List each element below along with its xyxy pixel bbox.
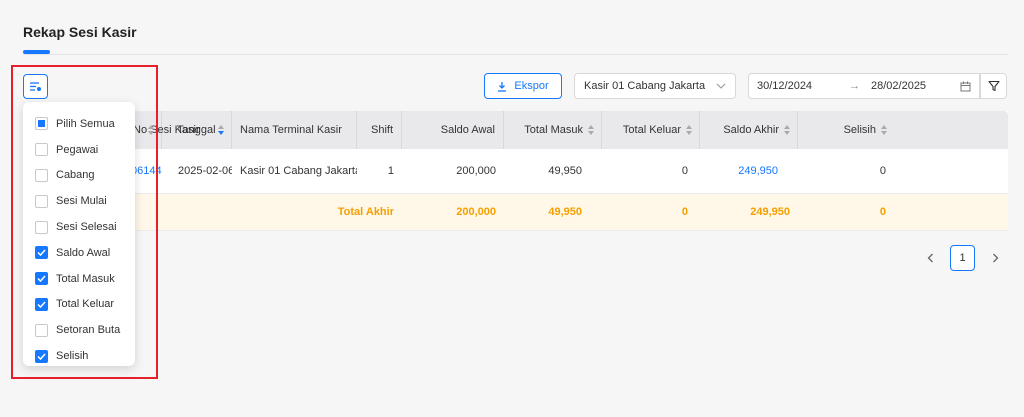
cell-saldo-akhir[interactable]: 249,950 [700,149,798,193]
filter-icon [987,80,1000,92]
cell-terminal: Kasir 01 Cabang Jakarta [240,165,357,177]
page-title: Rekap Sesi Kasir [23,24,137,40]
chevron-left-icon[interactable] [918,245,942,271]
column-header-saldo-awal[interactable]: Saldo Awal [402,111,504,149]
total-label: Total Akhir [337,206,394,218]
sort-icon[interactable] [880,124,888,136]
total-total-keluar: 0 [681,206,688,218]
cell-selisih: 0 [879,165,886,177]
table-row: 061446/001 2025-02-06 Kasir 01 Cabang Ja… [23,149,1008,194]
sort-icon-active[interactable] [217,124,225,136]
total-row: Total Akhir 200,000 49,950 0 249,950 0 [23,194,1008,231]
column-header-selisih[interactable]: Selisih [798,111,894,149]
sort-icon[interactable] [587,124,595,136]
date-to-input[interactable]: 28/02/2025 [871,80,960,92]
column-header-terminal[interactable]: Nama Terminal Kasir [232,111,357,149]
chevron-down-icon [716,83,726,89]
export-button[interactable]: Ekspor [484,73,562,99]
chevron-right-icon[interactable] [983,245,1007,271]
export-label: Ekspor [514,80,549,92]
column-header-tanggal[interactable]: Tanggal [162,111,232,149]
arrow-right-icon: → [849,80,860,92]
cell-shift: 1 [387,165,394,177]
filter-button[interactable] [980,73,1007,99]
cell-tanggal: 2025-02-06 [178,165,232,177]
calendar-icon [960,81,971,91]
download-icon [498,81,507,92]
total-saldo-awal: 200,000 [456,206,496,218]
cell-total-masuk: 49,950 [548,165,582,177]
terminal-select-value: Kasir 01 Cabang Jakarta [584,80,706,92]
date-from-input[interactable]: 30/12/2024 [757,80,849,92]
header-divider [23,54,1008,55]
total-selisih: 0 [879,206,886,218]
pagination: 1 [918,245,1007,271]
total-saldo-akhir: 249,950 [750,206,790,218]
terminal-select[interactable]: Kasir 01 Cabang Jakarta [574,73,736,99]
annotation-highlight-box [11,65,158,379]
column-header-total-keluar[interactable]: Total Keluar [602,111,700,149]
column-header-total-masuk[interactable]: Total Masuk [504,111,602,149]
sort-icon[interactable] [685,124,693,136]
total-total-masuk: 49,950 [548,206,582,218]
cashier-session-table: No Sesi Kasir Tanggal Nama Terminal Kasi… [23,111,1008,231]
sort-icon[interactable] [783,124,791,136]
column-header-shift[interactable]: Shift [357,111,402,149]
total-spacer [162,194,232,230]
page-number[interactable]: 1 [950,245,975,271]
table-header: No Sesi Kasir Tanggal Nama Terminal Kasi… [23,111,1008,149]
column-header-saldo-akhir[interactable]: Saldo Akhir [700,111,798,149]
cell-total-keluar: 0 [681,165,688,177]
cell-saldo-awal: 200,000 [456,165,496,177]
date-range-picker[interactable]: 30/12/2024 → 28/02/2025 [748,73,980,99]
